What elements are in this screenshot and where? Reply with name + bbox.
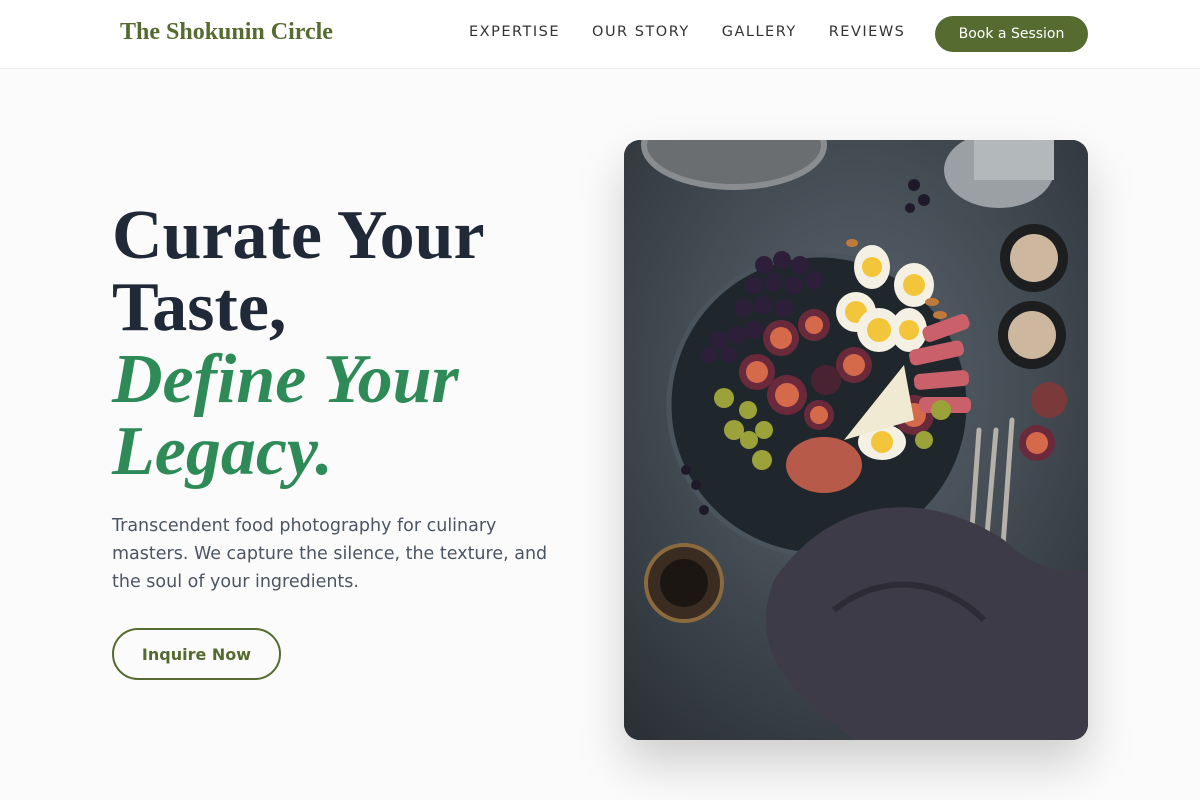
- headline-line-2: Taste,: [112, 269, 287, 346]
- site-header: The Shokunin Circle EXPERTISE OUR STORY …: [0, 0, 1200, 69]
- nav-link-expertise[interactable]: EXPERTISE: [469, 24, 560, 40]
- main-nav: EXPERTISE OUR STORY GALLERY REVIEWS: [469, 24, 937, 40]
- headline-accent-line-2: Legacy.: [112, 413, 333, 490]
- headline-line-1: Curate Your: [112, 197, 485, 274]
- hero-subtext: Transcendent food photography for culina…: [112, 516, 548, 592]
- site-logo[interactable]: The Shokunin Circle: [120, 19, 333, 46]
- inquire-now-button[interactable]: Inquire Now: [112, 628, 281, 680]
- hero-food-photo: [624, 140, 1088, 740]
- headline-accent-line-1: Define Your: [112, 341, 459, 418]
- food-platter-photo-icon: [624, 140, 1088, 740]
- nav-link-our-story[interactable]: OUR STORY: [592, 24, 690, 40]
- nav-link-reviews[interactable]: REVIEWS: [829, 24, 906, 40]
- hero-headline: Curate Your Taste, Define Your Legacy.: [112, 200, 592, 488]
- nav-link-gallery[interactable]: GALLERY: [722, 24, 797, 40]
- book-session-button[interactable]: Book a Session: [935, 16, 1088, 52]
